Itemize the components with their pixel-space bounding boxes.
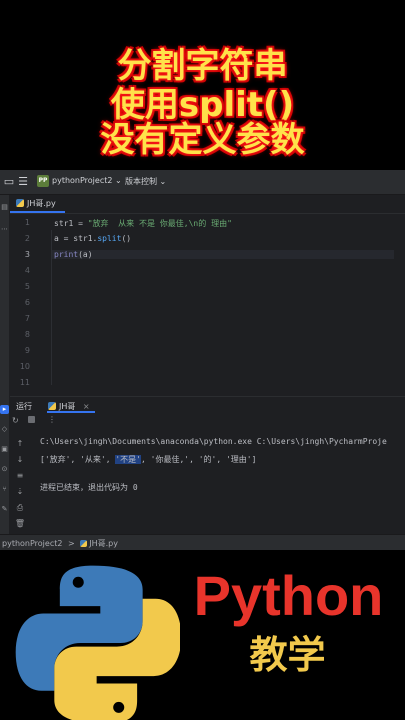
- run-tool-icon[interactable]: ▸: [0, 405, 9, 414]
- active-tab-indicator: [10, 211, 65, 213]
- vcs-label: 版本控制: [125, 177, 157, 186]
- python-wordmark: Python: [193, 564, 384, 627]
- title-line-1: 分割字符串: [117, 46, 288, 86]
- breadcrumb-separator: >: [68, 539, 75, 548]
- window-icon[interactable]: ▭: [2, 175, 16, 189]
- code-line-3: print(a): [52, 250, 394, 259]
- trash-icon[interactable]: 🗑: [14, 518, 26, 530]
- line-number: 1: [24, 218, 30, 227]
- soft-wrap-icon[interactable]: ≡: [14, 470, 26, 482]
- python-logo-icon: [15, 565, 180, 720]
- line-number: 10: [19, 362, 30, 371]
- console-exit-line: 进程已结束，退出代码为 0: [40, 483, 138, 492]
- problems-icon[interactable]: ⊙: [0, 465, 9, 474]
- console-output-line: ['放弃', '从来', '不是', '你最佳,', '的', '理由']: [40, 454, 256, 465]
- more-options-icon[interactable]: ⋮: [48, 415, 56, 424]
- breadcrumb-project[interactable]: pythonProject2: [2, 539, 62, 548]
- console-text: ['放弃', '从来',: [40, 455, 116, 464]
- run-console-output[interactable]: C:\Users\jingh\Documents\anaconda\python…: [40, 433, 405, 533]
- code-token: str1 =: [54, 219, 88, 228]
- chevron-down-icon: ⌄: [115, 176, 122, 185]
- run-side-toolbar: ↑ ↓ ≡ ⇣ ⎙ 🗑: [10, 413, 32, 535]
- run-label: 运行: [16, 402, 32, 411]
- breadcrumb-file[interactable]: JH哥.py: [89, 539, 118, 548]
- code-token: (a): [78, 250, 93, 259]
- code-line-2: a = str1.split(): [54, 234, 131, 243]
- line-number: 8: [24, 330, 30, 339]
- ide-window: ▭ ☰ PP pythonProject2 ⌄ 版本控制 ⌄ ▤ ⋯ ▸ ◇ ▣…: [0, 170, 405, 550]
- vcs-menu[interactable]: 版本控制 ⌄: [125, 176, 166, 187]
- teaching-label: 教学: [249, 633, 326, 677]
- python-file-icon: [16, 199, 24, 207]
- line-number: 11: [19, 378, 30, 387]
- code-editor[interactable]: str1 = "放弃 从来 不是 你最佳,\n的 理由" a = str1.sp…: [52, 214, 399, 386]
- console-command-line: C:\Users\jingh\Documents\anaconda\python…: [40, 437, 387, 446]
- vcs-tool-icon[interactable]: ⑂: [0, 485, 9, 494]
- console-text: , '你最佳,', '的', '理由']: [141, 455, 257, 464]
- python-file-icon: [48, 402, 56, 410]
- title-banner: 分割字符串 使用split() 没有定义参数: [0, 0, 405, 170]
- line-number: 4: [24, 266, 30, 275]
- line-number: 9: [24, 346, 30, 355]
- code-token: (): [121, 234, 132, 243]
- editor-tab-label: JH哥.py: [27, 199, 56, 208]
- status-breadcrumb: pythonProject2 > JH哥.py: [2, 538, 118, 549]
- line-number-gutter: 1 2 3 4 5 6 7 8 9 10 11: [10, 214, 40, 387]
- status-bar: pythonProject2 > JH哥.py: [0, 534, 405, 550]
- editor-tab-bar: JH哥.py: [10, 195, 405, 214]
- selected-text: '不是': [115, 455, 141, 464]
- active-run-tab-indicator: [47, 411, 95, 413]
- editor-tab[interactable]: JH哥.py: [16, 198, 56, 209]
- project-badge: PP: [37, 175, 49, 187]
- project-selector[interactable]: pythonProject2 ⌄: [52, 176, 122, 185]
- chevron-down-icon: ⌄: [159, 177, 167, 186]
- code-string: "放弃 从来 不是 你最佳,\n的 理由": [87, 219, 232, 228]
- services-icon[interactable]: ✎: [0, 505, 9, 514]
- title-line-2: 使用split(): [110, 85, 295, 125]
- terminal-icon[interactable]: ▣: [0, 445, 9, 454]
- code-line-1: str1 = "放弃 从来 不是 你最佳,\n的 理由": [54, 218, 232, 229]
- folder-icon[interactable]: ▤: [0, 203, 9, 212]
- close-icon[interactable]: ×: [83, 402, 90, 411]
- title-line-3: 没有定义参数: [100, 120, 305, 160]
- arrow-down-icon[interactable]: ↓: [14, 454, 26, 466]
- code-builtin: print: [54, 250, 79, 259]
- print-icon[interactable]: ⎙: [14, 502, 26, 514]
- arrow-up-icon[interactable]: ↑: [14, 438, 26, 450]
- code-token: a = str1.: [54, 234, 98, 243]
- scroll-to-end-icon[interactable]: ⇣: [14, 486, 26, 498]
- line-number: 6: [24, 298, 30, 307]
- main-menu-icon[interactable]: ☰: [16, 175, 30, 189]
- structure-icon[interactable]: ⋯: [0, 225, 9, 234]
- line-number: 7: [24, 314, 30, 323]
- line-number: 3: [24, 250, 30, 259]
- python-file-icon: [80, 540, 88, 547]
- python-console-icon[interactable]: ◇: [0, 425, 9, 434]
- ide-toolbar: ▭ ☰ PP pythonProject2 ⌄ 版本控制 ⌄: [0, 170, 405, 195]
- line-number: 2: [24, 234, 30, 243]
- code-function: split: [97, 234, 122, 243]
- project-name: pythonProject2: [52, 176, 113, 185]
- left-tool-strip: ▤ ⋯ ▸ ◇ ▣ ⊙ ⑂ ✎: [0, 195, 9, 550]
- run-tab-label: JH哥: [59, 402, 76, 411]
- line-number: 5: [24, 282, 30, 291]
